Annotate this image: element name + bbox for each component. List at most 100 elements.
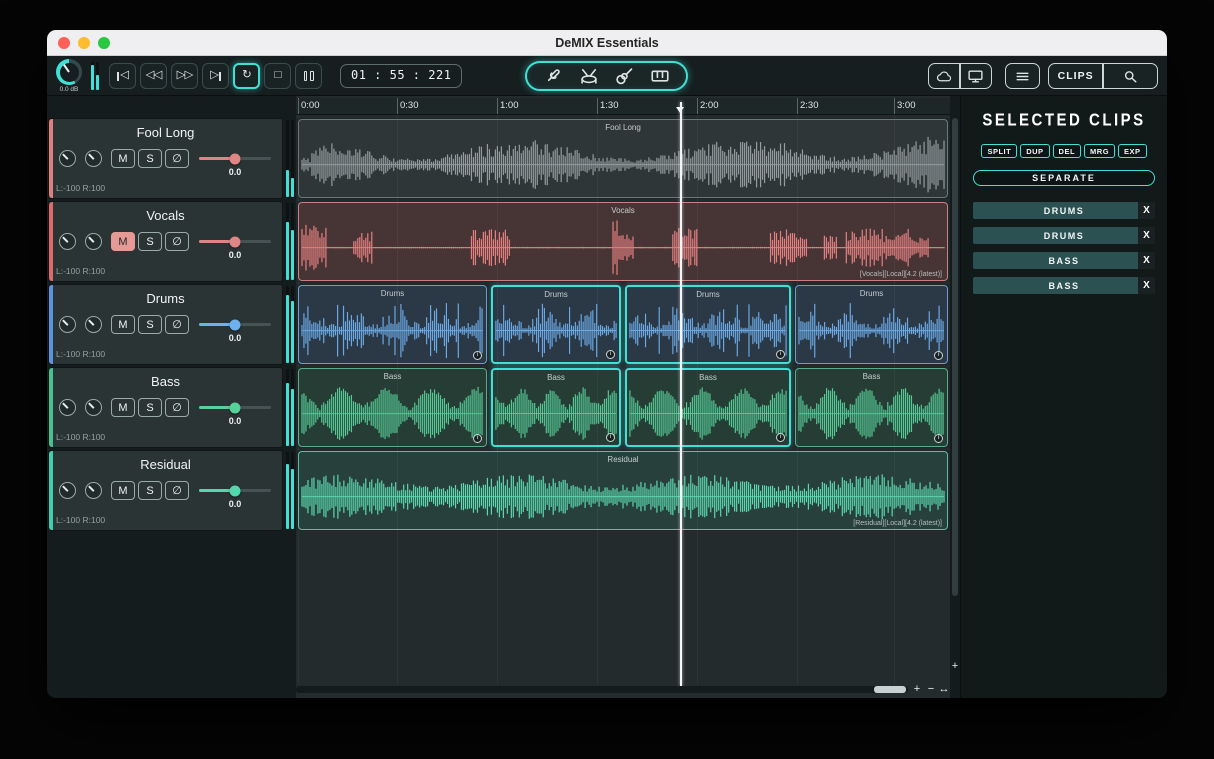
remove-clip-button[interactable]: X — [1138, 277, 1155, 294]
clip-info-badge[interactable]: i — [473, 434, 482, 443]
mrg-button[interactable]: MRG — [1084, 144, 1115, 158]
track-header-card[interactable]: Fool LongMS∅0.0L:-100 R:100 — [48, 118, 283, 199]
skip-start-button[interactable]: ◁ — [109, 63, 136, 89]
rewind-button[interactable]: ◁◁ — [140, 63, 167, 89]
remove-clip-button[interactable]: X — [1138, 202, 1155, 219]
exp-button[interactable]: EXP — [1118, 144, 1147, 158]
clip-info-badge[interactable]: i — [934, 434, 943, 443]
trim-knob[interactable] — [85, 399, 102, 416]
vertical-scrollbar[interactable]: + — [950, 96, 960, 698]
clip-info-badge[interactable]: i — [776, 350, 785, 359]
audio-clip[interactable]: Drumsi — [625, 285, 791, 364]
mute-button[interactable]: M — [111, 315, 135, 334]
piano-icon[interactable] — [650, 66, 670, 86]
clip-info-badge[interactable]: i — [473, 351, 482, 360]
volume-slider[interactable] — [199, 489, 271, 492]
horizontal-scrollbar-thumb[interactable] — [874, 686, 906, 693]
remove-clip-button[interactable]: X — [1138, 227, 1155, 244]
trim-knob[interactable] — [85, 316, 102, 333]
clips-button[interactable]: CLIPS — [1049, 64, 1102, 88]
audio-clip[interactable]: Bassi — [625, 368, 791, 447]
timeline-ruler[interactable]: 0:000:301:001:302:002:303:00 — [296, 98, 950, 115]
slider-thumb[interactable] — [230, 153, 241, 164]
clip-info-badge[interactable]: i — [776, 433, 785, 442]
solo-button[interactable]: S — [138, 232, 162, 251]
trim-knob[interactable] — [85, 482, 102, 499]
solo-button[interactable]: S — [138, 481, 162, 500]
slider-thumb[interactable] — [230, 485, 241, 496]
vertical-zoom-button[interactable]: + — [950, 660, 960, 672]
solo-button[interactable]: S — [138, 398, 162, 417]
phase-button[interactable]: ∅ — [165, 232, 189, 251]
pan-knob[interactable] — [59, 233, 76, 250]
volume-slider[interactable] — [199, 240, 271, 243]
trim-knob[interactable] — [85, 233, 102, 250]
remove-clip-button[interactable]: X — [1138, 252, 1155, 269]
audio-clip[interactable]: Vocals[Vocals][Local][4.2 (latest)] — [298, 202, 948, 281]
volume-slider[interactable] — [199, 406, 271, 409]
slider-thumb[interactable] — [230, 236, 241, 247]
selected-clip-item[interactable]: DRUMSX — [973, 202, 1155, 219]
mute-button[interactable]: M — [111, 149, 135, 168]
audio-clip[interactable]: Drumsi — [298, 285, 487, 364]
audio-clip[interactable]: Bassi — [795, 368, 948, 447]
separate-button[interactable]: SEPARATE — [973, 170, 1155, 186]
guitar-icon[interactable] — [614, 66, 634, 86]
phase-button[interactable]: ∅ — [165, 315, 189, 334]
skip-end-button[interactable]: ▷ — [202, 63, 229, 89]
vertical-scrollbar-thumb[interactable] — [952, 118, 958, 596]
phase-button[interactable]: ∅ — [165, 149, 189, 168]
solo-button[interactable]: S — [138, 149, 162, 168]
audio-clip[interactable]: Residual[Residual][Local][4.2 (latest)] — [298, 451, 948, 530]
volume-slider[interactable] — [199, 323, 271, 326]
playhead[interactable] — [680, 102, 682, 686]
zoom-out-button[interactable]: − — [925, 683, 937, 695]
track-header-card[interactable]: BassMS∅0.0L:-100 R:100 — [48, 367, 283, 448]
clip-info-badge[interactable]: i — [606, 433, 615, 442]
track-header[interactable]: VocalsMS∅0.0L:-100 R:100 — [48, 201, 295, 282]
clip-info-badge[interactable]: i — [606, 350, 615, 359]
pan-knob[interactable] — [59, 399, 76, 416]
mute-button[interactable]: M — [111, 398, 135, 417]
pan-knob[interactable] — [59, 482, 76, 499]
phase-button[interactable]: ∅ — [165, 481, 189, 500]
slider-thumb[interactable] — [230, 319, 241, 330]
audio-clip[interactable]: Fool Long — [298, 119, 948, 198]
trim-knob[interactable] — [85, 150, 102, 167]
slider-thumb[interactable] — [230, 402, 241, 413]
zoom-fit-button[interactable]: ↔ — [938, 683, 950, 695]
search-button[interactable] — [1104, 64, 1157, 88]
cloud-button[interactable] — [929, 64, 959, 88]
mute-button[interactable]: M — [111, 481, 135, 500]
del-button[interactable]: DEL — [1053, 144, 1082, 158]
zoom-in-button[interactable]: + — [911, 683, 923, 695]
playhead-marker[interactable] — [676, 107, 684, 113]
fast-forward-button[interactable]: ▷▷ — [171, 63, 198, 89]
track-header[interactable]: BassMS∅0.0L:-100 R:100 — [48, 367, 295, 448]
audio-clip[interactable]: Drumsi — [795, 285, 948, 364]
audio-clip[interactable]: Drumsi — [491, 285, 621, 364]
mute-button[interactable]: M — [111, 232, 135, 251]
selected-clip-item[interactable]: BASSX — [973, 252, 1155, 269]
master-gain-knob[interactable] — [56, 59, 82, 85]
clip-info-badge[interactable]: i — [934, 351, 943, 360]
pause-button[interactable] — [295, 63, 322, 89]
solo-button[interactable]: S — [138, 315, 162, 334]
track-header-card[interactable]: DrumsMS∅0.0L:-100 R:100 — [48, 284, 283, 365]
track-header[interactable]: Fool LongMS∅0.0L:-100 R:100 — [48, 118, 295, 199]
audio-clip[interactable]: Bassi — [298, 368, 487, 447]
display-button[interactable] — [961, 64, 991, 88]
split-button[interactable]: SPLIT — [981, 144, 1017, 158]
drums-icon[interactable] — [579, 66, 599, 86]
track-header[interactable]: ResidualMS∅0.0L:-100 R:100 — [48, 450, 295, 531]
microphone-icon[interactable] — [543, 66, 563, 86]
stop-button[interactable]: □ — [264, 63, 291, 89]
phase-button[interactable]: ∅ — [165, 398, 189, 417]
track-header[interactable]: DrumsMS∅0.0L:-100 R:100 — [48, 284, 295, 365]
track-header-card[interactable]: VocalsMS∅0.0L:-100 R:100 — [48, 201, 283, 282]
dup-button[interactable]: DUP — [1020, 144, 1049, 158]
pan-knob[interactable] — [59, 316, 76, 333]
volume-slider[interactable] — [199, 157, 271, 160]
menu-button[interactable] — [1006, 64, 1039, 88]
selected-clip-item[interactable]: BASSX — [973, 277, 1155, 294]
